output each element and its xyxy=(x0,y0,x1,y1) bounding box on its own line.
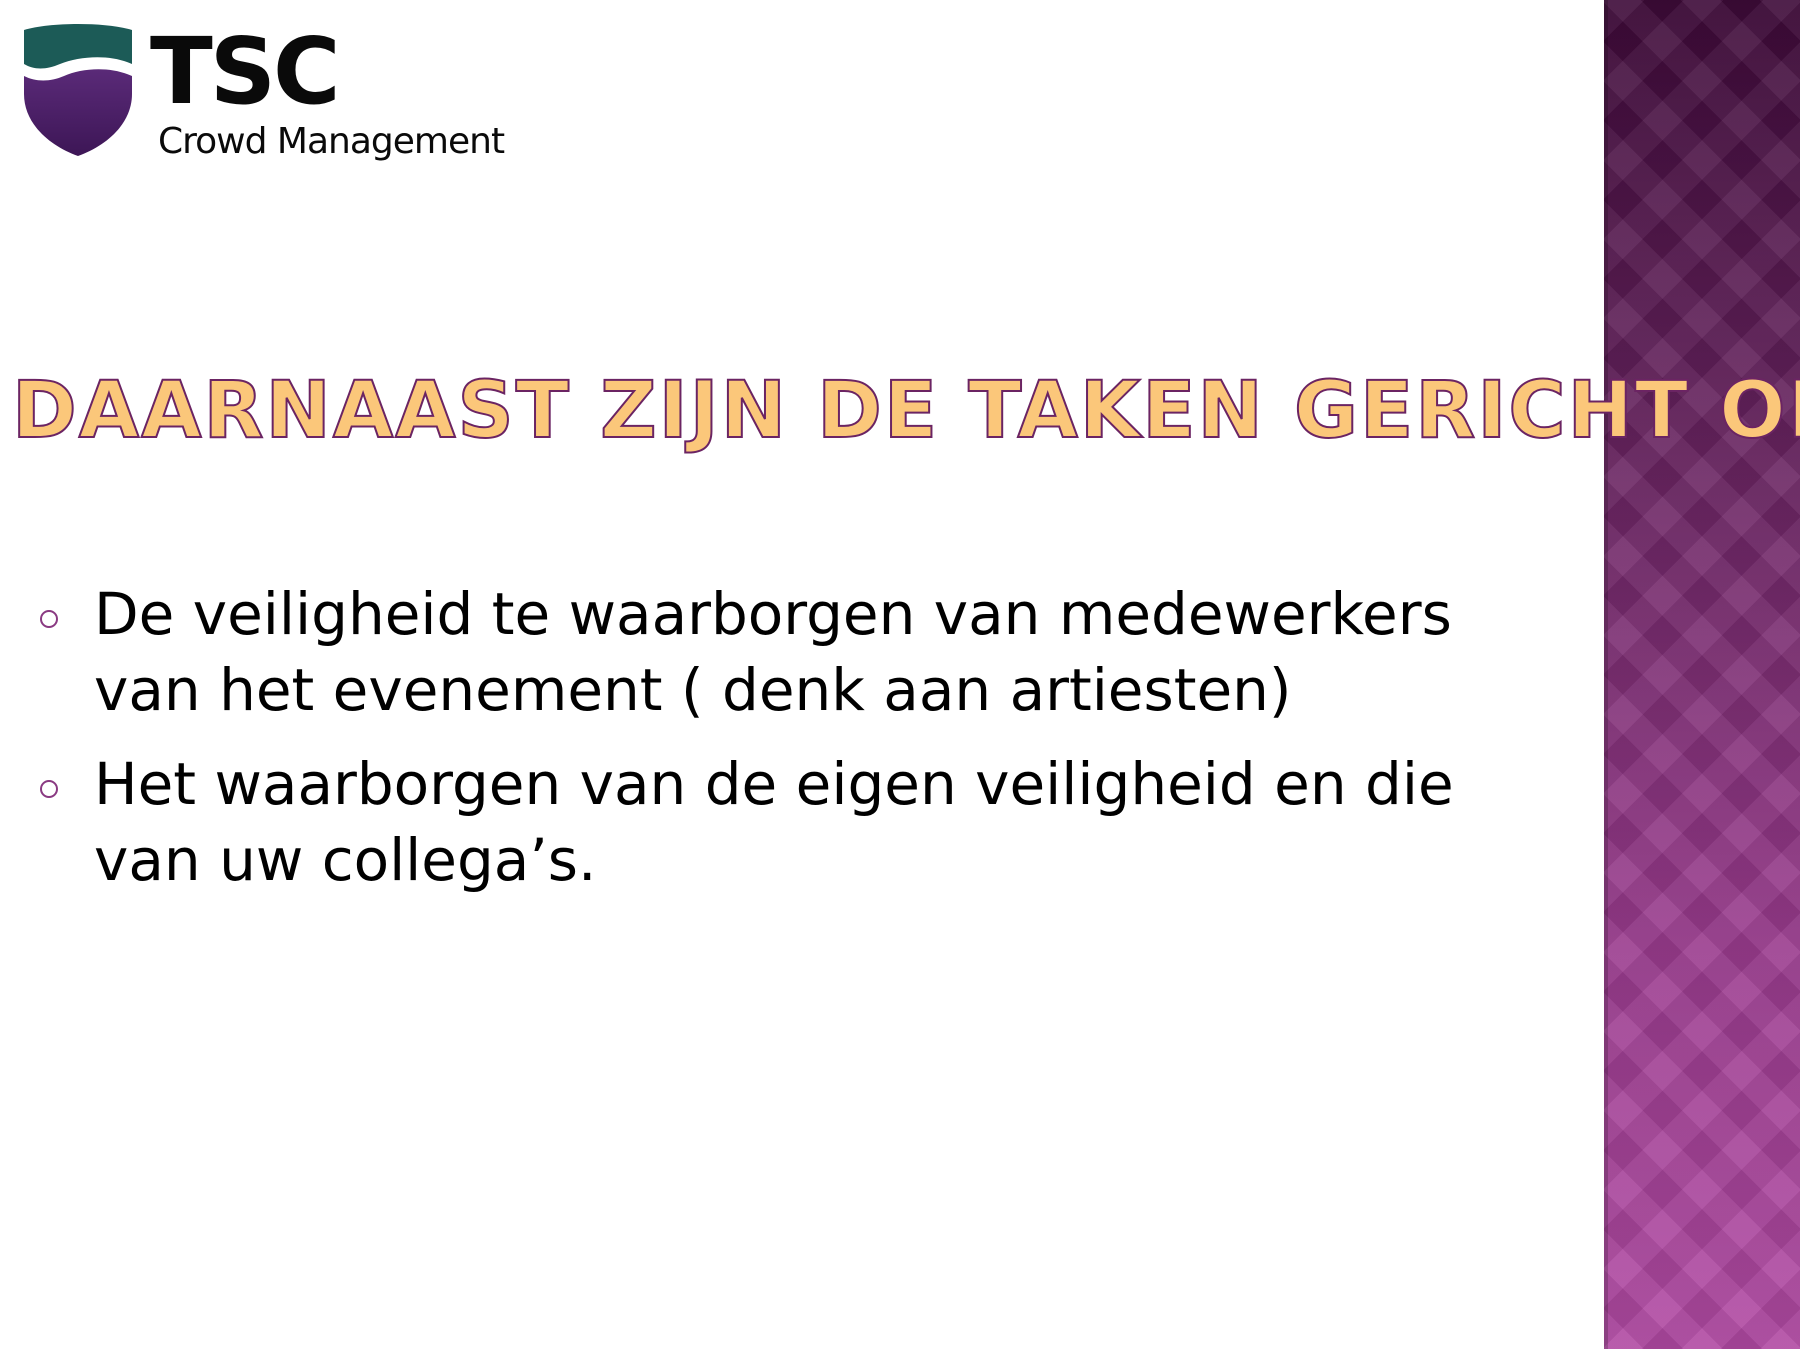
bullet-text: Het waarborgen van de eigen veiligheid e… xyxy=(94,750,1454,894)
bullet-list: De veiligheid te waarborgen van medewerk… xyxy=(36,576,1516,916)
bullet-item: Het waarborgen van de eigen veiligheid e… xyxy=(36,746,1516,898)
logo-name: TSC xyxy=(150,18,341,125)
decorative-side-band xyxy=(1604,0,1800,1349)
company-logo: TSC Crowd Management xyxy=(20,20,560,170)
shield-logo-icon xyxy=(24,24,132,156)
logo-subtitle: Crowd Management xyxy=(158,121,505,162)
bullet-item: De veiligheid te waarborgen van medewerk… xyxy=(36,576,1516,728)
hollow-circle-bullet-icon xyxy=(40,780,58,798)
slide-title: Daarnaast zijn de taken gericht op: xyxy=(11,365,1800,457)
hollow-circle-bullet-icon xyxy=(40,610,58,628)
bullet-text: De veiligheid te waarborgen van medewerk… xyxy=(94,580,1452,724)
slide: TSC Crowd Management Daarnaast zijn de t… xyxy=(0,0,1800,1349)
